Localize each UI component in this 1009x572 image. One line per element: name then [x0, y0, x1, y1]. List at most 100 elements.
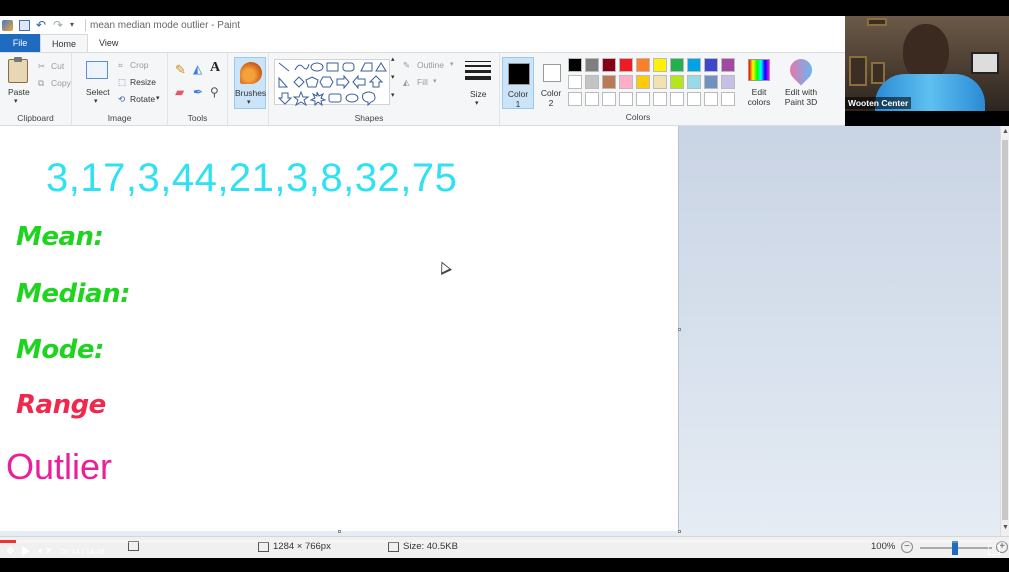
fullscreen-icon[interactable]	[988, 545, 1000, 555]
shapes-scroll-up-icon[interactable]: ▴	[391, 55, 395, 63]
copy-button[interactable]: Copy	[51, 78, 71, 88]
canvas-resize-handle-corner[interactable]	[678, 530, 681, 533]
crop-button[interactable]: Crop	[130, 60, 148, 70]
palette-color-swatch[interactable]	[602, 58, 616, 72]
palette-color-swatch[interactable]	[687, 58, 701, 72]
fill-dropdown-icon[interactable]: ▾	[433, 77, 437, 85]
size-icon[interactable]	[465, 61, 491, 85]
palette-color-swatch[interactable]	[568, 92, 582, 106]
clipboard-group: Paste ▾ ✂ Cut ⧉ Copy Clipboard	[0, 53, 72, 126]
crop-icon[interactable]: ⌗	[118, 60, 123, 71]
mute-icon[interactable]: 🔈︎✕	[38, 546, 52, 557]
scroll-down-icon[interactable]: ▼	[1002, 524, 1009, 531]
tab-home[interactable]: Home	[40, 34, 89, 52]
palette-color-swatch[interactable]	[636, 75, 650, 89]
brushes-button[interactable]: Brushes ▾	[234, 57, 266, 109]
magnifier-icon[interactable]: ⚲	[210, 85, 219, 99]
edit-colors-label[interactable]: Edit	[742, 87, 776, 97]
shapes-expand-icon[interactable]: ▾	[391, 91, 395, 99]
palette-color-swatch[interactable]	[704, 92, 718, 106]
palette-color-swatch[interactable]	[721, 92, 735, 106]
color1-button[interactable]: Color 1	[502, 57, 534, 109]
outline-icon[interactable]: ✎	[403, 60, 410, 71]
rotate-button[interactable]: Rotate	[130, 94, 155, 104]
scroll-up-icon[interactable]: ▲	[1002, 128, 1009, 135]
palette-color-swatch[interactable]	[670, 58, 684, 72]
color1-label: Color	[507, 89, 529, 99]
edit-colors-icon[interactable]	[748, 59, 770, 81]
palette-color-swatch[interactable]	[602, 75, 616, 89]
palette-color-swatch[interactable]	[585, 75, 599, 89]
fill-button[interactable]: Fill	[417, 77, 428, 87]
palette-color-swatch[interactable]	[636, 58, 650, 72]
cut-icon[interactable]: ✂	[38, 61, 45, 72]
edit-paint3d-label[interactable]: Edit with	[780, 87, 822, 97]
scroll-thumb[interactable]	[1002, 140, 1008, 520]
palette-color-swatch[interactable]	[653, 92, 667, 106]
zoom-slider-thumb[interactable]	[952, 541, 958, 555]
palette-color-swatch[interactable]	[568, 75, 582, 89]
mean-label: Mean:	[16, 222, 104, 252]
move-icon[interactable]: ✥	[6, 546, 14, 557]
paste-dropdown-icon[interactable]: ▾	[14, 97, 18, 105]
color2-button[interactable]: Color 2	[536, 57, 568, 109]
resize-button[interactable]: Resize	[130, 77, 156, 87]
canvas-resize-handle-bottom[interactable]	[338, 530, 341, 533]
palette-color-swatch[interactable]	[721, 58, 735, 72]
play-icon[interactable]	[22, 546, 31, 556]
outline-dropdown-icon[interactable]: ▾	[450, 60, 454, 68]
palette-color-swatch[interactable]	[636, 92, 650, 106]
paint3d-icon[interactable]	[785, 54, 817, 86]
ribbon-tabs: File Home View	[0, 34, 845, 52]
palette-color-swatch[interactable]	[653, 58, 667, 72]
tab-file[interactable]: File	[0, 34, 40, 52]
edit-paint3d-label-2[interactable]: Paint 3D	[780, 97, 822, 107]
palette-color-swatch[interactable]	[687, 92, 701, 106]
edit-colors-label-2[interactable]: colors	[742, 97, 776, 107]
color-picker-icon[interactable]: ✒	[193, 85, 203, 99]
palette-color-swatch[interactable]	[619, 92, 633, 106]
redo-icon[interactable]: ↷	[53, 19, 64, 31]
fill-icon[interactable]: ◭	[403, 77, 410, 88]
canvas-resize-handle-right[interactable]	[678, 328, 681, 331]
size-dropdown-icon[interactable]: ▾	[475, 99, 479, 107]
customize-toolbar-icon[interactable]: ▾	[70, 20, 81, 31]
select-dropdown-icon[interactable]: ▾	[94, 97, 98, 105]
paste-icon[interactable]	[8, 57, 28, 83]
outline-button[interactable]: Outline	[417, 60, 444, 70]
paste-button[interactable]: Paste	[8, 87, 30, 97]
fill-bucket-icon[interactable]: ◭	[193, 62, 202, 76]
rotate-icon[interactable]: ⟲	[118, 94, 125, 105]
palette-color-swatch[interactable]	[619, 58, 633, 72]
palette-color-swatch[interactable]	[602, 92, 616, 106]
resize-icon[interactable]: ⬚	[118, 77, 126, 88]
palette-color-swatch[interactable]	[619, 75, 633, 89]
text-tool-icon[interactable]: A	[210, 60, 220, 76]
palette-color-swatch[interactable]	[653, 75, 667, 89]
palette-color-swatch[interactable]	[687, 75, 701, 89]
palette-color-swatch[interactable]	[704, 58, 718, 72]
palette-color-swatch[interactable]	[670, 92, 684, 106]
undo-icon[interactable]: ↶	[36, 19, 47, 31]
drawing-canvas[interactable]: 3,17,3,44,21,3,8,32,75 Mean: Median: Mod…	[0, 126, 679, 531]
tab-view[interactable]: View	[88, 34, 129, 52]
copy-icon[interactable]: ⧉	[38, 78, 44, 89]
eraser-icon[interactable]: ▰	[175, 85, 184, 99]
rotate-dropdown-icon[interactable]: ▾	[156, 94, 160, 102]
palette-color-swatch[interactable]	[585, 92, 599, 106]
palette-color-swatch[interactable]	[585, 58, 599, 72]
palette-color-swatch[interactable]	[568, 58, 582, 72]
vertical-scrollbar[interactable]: ▲ ▼	[1000, 126, 1009, 536]
save-icon[interactable]	[19, 19, 30, 31]
shapes-scroll-down-icon[interactable]: ▾	[391, 73, 395, 81]
select-button[interactable]: Select	[86, 87, 110, 97]
cut-button[interactable]: Cut	[51, 61, 64, 71]
palette-color-swatch[interactable]	[721, 75, 735, 89]
paint-app-icon[interactable]	[2, 19, 13, 31]
pencil-icon[interactable]: ✎	[175, 62, 186, 78]
palette-color-swatch[interactable]	[670, 75, 684, 89]
select-icon[interactable]	[86, 61, 108, 79]
shapes-gallery[interactable]	[274, 59, 390, 107]
size-button[interactable]: Size	[470, 89, 487, 99]
palette-color-swatch[interactable]	[704, 75, 718, 89]
